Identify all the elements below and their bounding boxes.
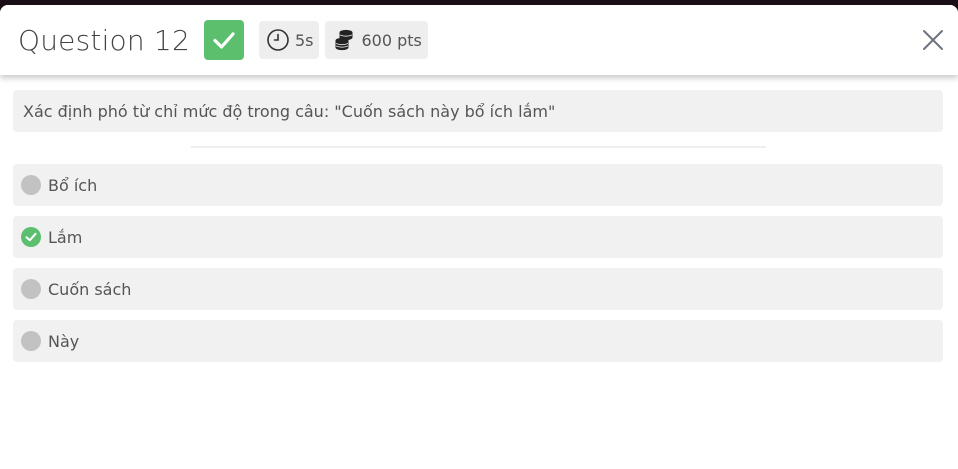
time-chip: 5s [258, 21, 320, 59]
radio-icon [21, 331, 41, 351]
check-icon [213, 32, 235, 49]
divider [191, 146, 766, 148]
correct-status-badge [203, 20, 244, 60]
close-button[interactable] [922, 29, 944, 51]
clock-icon [266, 28, 290, 52]
radio-icon [21, 279, 41, 299]
question-title: Question 12 [18, 23, 190, 57]
points-chip: 600 pts [325, 21, 428, 59]
question-modal: Question 12 5s 600 pts Xác định phó từ c… [0, 5, 958, 469]
radio-icon [21, 175, 41, 195]
coins-icon [332, 28, 356, 52]
modal-header: Question 12 5s 600 pts [0, 5, 958, 75]
question-box: Xác định phó từ chỉ mức độ trong câu: "C… [13, 90, 943, 132]
answer-options: Bổ ích Lắm Cuốn sách Này [13, 164, 943, 372]
answer-label: Này [48, 331, 80, 351]
close-icon [923, 30, 943, 50]
answer-option[interactable]: Cuốn sách [13, 268, 943, 310]
question-text: Xác định phó từ chỉ mức độ trong câu: "C… [23, 101, 556, 121]
time-value: 5s [294, 30, 314, 50]
answer-option[interactable]: Bổ ích [13, 164, 943, 206]
answer-label: Lắm [48, 227, 83, 247]
answer-label: Cuốn sách [48, 279, 132, 299]
answer-label: Bổ ích [48, 175, 98, 195]
points-value: 600 pts [361, 30, 422, 50]
answer-option[interactable]: Này [13, 320, 943, 362]
answer-option-correct[interactable]: Lắm [13, 216, 943, 258]
check-circle-icon [21, 227, 41, 247]
